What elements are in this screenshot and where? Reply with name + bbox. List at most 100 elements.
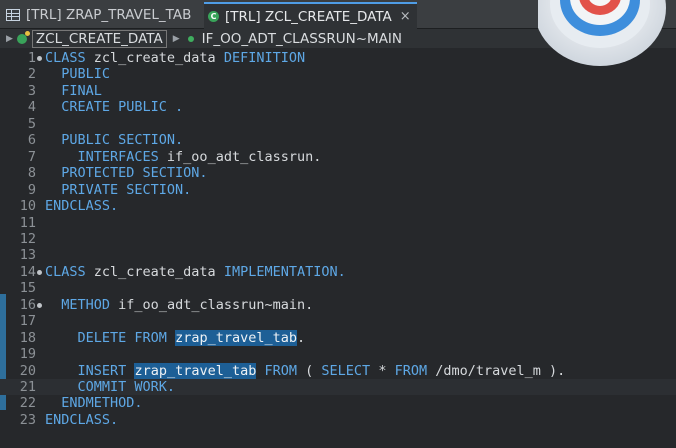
keyword-token: INSERT [77, 362, 127, 379]
keyword-token: DEFINITION [223, 50, 306, 66]
line-number: 6 [27, 132, 36, 149]
code-token: if_oo_adt_classrun~main. [110, 296, 314, 313]
code-text: CLASS zcl_create_data DEFINITION [45, 50, 305, 66]
class-icon: C [208, 11, 219, 22]
fold-marker-icon[interactable] [37, 56, 42, 61]
code-line[interactable]: 14 CLASS zcl_create_data IMPLEMENTATION. [0, 264, 676, 280]
tab-zcl-create-data[interactable]: C [TRL] ZCL_CREATE_DATA × [204, 2, 417, 29]
chevron-right-icon[interactable]: ▶ [6, 34, 13, 44]
line-number: 10 [19, 198, 36, 215]
code-line[interactable]: 8 PROTECTED SECTION. [0, 165, 676, 181]
tab-label: [TRL] ZCL_CREATE_DATA [225, 8, 392, 25]
code-text: ENDCLASS. [45, 412, 118, 428]
code-line[interactable]: 18 DELETE FROM zrap_travel_tab. [0, 329, 676, 346]
line-number: 5 [27, 115, 36, 132]
code-text: COMMIT WORK. [45, 379, 176, 395]
line-number: 21 [19, 379, 36, 395]
code-token: zcl_create_data [85, 263, 224, 280]
line-number: 18 [19, 329, 36, 346]
tab-zrap-travel-tab[interactable]: [TRL] ZRAP_TRAVEL_TAB [6, 3, 191, 27]
table-icon [6, 9, 20, 21]
line-number: 22 [19, 395, 36, 412]
line-number: 1 [27, 50, 36, 66]
code-line[interactable]: 4 CREATE PUBLIC . [0, 99, 676, 115]
line-number: 11 [19, 214, 36, 231]
line-number: 19 [19, 346, 36, 363]
code-line[interactable]: 19 [0, 346, 676, 362]
keyword-token: DELETE FROM [77, 329, 167, 346]
code-text: CREATE PUBLIC . [45, 99, 183, 115]
code-editor[interactable]: 1 CLASS zcl_create_data DEFINITION 2 PUBLI… [0, 48, 676, 448]
code-line[interactable]: 11 [0, 215, 676, 231]
fold-marker-icon[interactable] [37, 302, 42, 308]
line-number: 14 [19, 263, 36, 280]
breadcrumb-item-class[interactable]: ZCL_CREATE_DATA [31, 29, 167, 48]
code-line[interactable]: 6 PUBLIC SECTION. [0, 132, 676, 148]
keyword-token: INTERFACES [77, 148, 159, 165]
code-line[interactable]: 22 ENDMETHOD. [0, 395, 676, 411]
keyword-token: ENDCLASS. [45, 198, 119, 215]
code-text: FINAL [45, 83, 102, 99]
tab-label: [TRL] ZRAP_TRAVEL_TAB [26, 7, 192, 23]
keyword-token: COMMIT WORK. [77, 379, 176, 395]
code-text: PUBLIC SECTION. [45, 132, 183, 148]
close-icon[interactable]: × [400, 9, 411, 24]
code-text: DELETE FROM zrap_travel_tab. [45, 329, 306, 346]
code-line[interactable]: 16 METHOD if_oo_adt_classrun~main. [0, 297, 676, 313]
code-text: INTERFACES if_oo_adt_classrun. [45, 148, 322, 165]
keyword-token: FROM [394, 362, 428, 379]
line-number: 16 [19, 296, 36, 313]
code-line[interactable]: 9 PRIVATE SECTION. [0, 182, 676, 198]
code-line[interactable]: 15 [0, 280, 676, 296]
line-number: 12 [19, 230, 36, 247]
keyword-token: CLASS [45, 50, 86, 66]
keyword-token: CREATE PUBLIC . [61, 99, 184, 116]
line-number: 17 [19, 313, 36, 330]
code-text: ENDMETHOD. [45, 395, 142, 411]
method-dot-icon [187, 35, 194, 42]
line-number: 20 [19, 362, 36, 379]
line-number: 2 [27, 66, 36, 83]
code-token: ( [297, 362, 322, 379]
selected-token: zrap_travel_tab [134, 362, 257, 379]
code-line[interactable]: 17 [0, 313, 676, 329]
code-text: PRIVATE SECTION. [45, 182, 191, 198]
code-token: . [296, 329, 306, 346]
code-line[interactable]: 12 [0, 231, 676, 247]
keyword-token: SELECT [321, 362, 371, 379]
code-token: /dmo/travel_m ). [427, 362, 566, 379]
code-line[interactable]: 13 [0, 247, 676, 263]
code-text: ENDCLASS. [45, 198, 118, 214]
code-line[interactable]: 20 INSERT zrap_travel_tab FROM ( SELECT … [0, 362, 676, 379]
keyword-token: PUBLIC SECTION. [61, 132, 184, 149]
keyword-token: IMPLEMENTATION. [223, 263, 346, 280]
chevron-right-icon[interactable]: ▶ [173, 34, 180, 44]
code-line[interactable]: 23 ENDCLASS. [0, 412, 676, 428]
keyword-token: CLASS [45, 263, 86, 280]
code-text: CLASS zcl_create_data IMPLEMENTATION. [45, 264, 346, 280]
code-line[interactable]: 21 COMMIT WORK. [0, 379, 676, 396]
code-line[interactable]: 10 ENDCLASS. [0, 198, 676, 214]
keyword-token: PUBLIC [61, 66, 111, 83]
code-token: zcl_create_data [85, 50, 224, 66]
target-icon [538, 0, 666, 66]
code-line[interactable]: 5 [0, 116, 676, 132]
fold-marker-icon[interactable] [37, 269, 42, 275]
code-line[interactable]: 7 INTERFACES if_oo_adt_classrun. [0, 149, 676, 165]
breadcrumb-item-method[interactable]: IF_OO_ADT_CLASSRUN~MAIN [200, 31, 404, 47]
keyword-token: ENDCLASS. [45, 411, 119, 428]
code-text: PROTECTED SECTION. [45, 165, 207, 181]
code-line[interactable]: 3 FINAL [0, 83, 676, 99]
class-icon [16, 30, 30, 44]
selected-token: zrap_travel_tab [175, 329, 297, 346]
